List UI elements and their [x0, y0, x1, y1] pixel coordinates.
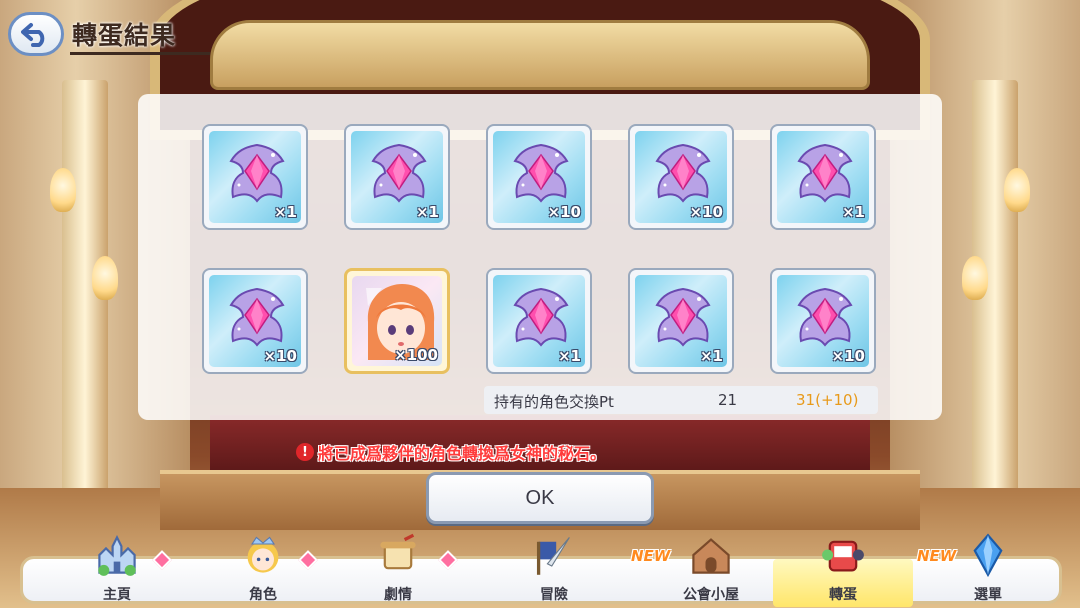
character-result-item[interactable]: ×100 — [344, 268, 450, 374]
memory-piece-result-item[interactable]: ×10 — [770, 268, 876, 374]
house-icon — [689, 533, 733, 581]
item-quantity: ×1 — [557, 347, 581, 365]
item-frame: ×10 — [635, 131, 727, 223]
memory-piece-result-item[interactable]: ×10 — [628, 124, 734, 230]
nav-item-crystal[interactable]: 選單 NEW — [917, 533, 1053, 607]
exchange-pt-new: 31(+10) — [796, 391, 859, 409]
crystal-icon — [966, 533, 1010, 581]
left-pillar — [62, 80, 108, 520]
conversion-note-text: 將已成爲夥伴的角色轉換爲女神的秘石。 — [318, 444, 607, 463]
right-pillar — [972, 80, 1018, 520]
new-badge: NEW — [917, 547, 957, 565]
memory-piece-result-item[interactable]: ×10 — [486, 124, 592, 230]
nav-item-house[interactable]: 公會小屋 NEW — [631, 538, 785, 607]
memory-piece-icon — [371, 143, 427, 203]
item-quantity: ×1 — [699, 347, 723, 365]
wall-lamp-icon — [92, 256, 118, 300]
item-quantity: ×100 — [394, 346, 438, 364]
memory-piece-icon — [655, 143, 711, 203]
nav-label: 公會小屋 — [683, 587, 739, 603]
item-quantity: ×1 — [273, 203, 297, 221]
item-frame: ×1 — [635, 275, 727, 367]
nav-label: 角色 — [249, 587, 277, 603]
bottom-nav: 主頁 角色 劇情 冒險 公會小屋 NEW 轉蛋 選單 NEW — [20, 533, 1062, 607]
item-frame: ×1 — [351, 131, 443, 223]
memory-piece-result-item[interactable]: ×1 — [628, 268, 734, 374]
wall-lamp-icon — [1004, 168, 1030, 212]
wall-lamp-icon — [50, 168, 76, 212]
item-frame: ×1 — [777, 131, 869, 223]
item-frame: ×1 — [493, 275, 585, 367]
item-quantity: ×1 — [415, 203, 439, 221]
exchange-pt-label: 持有的角色交換Pt — [494, 393, 614, 411]
nav-label: 轉蛋 — [829, 587, 857, 603]
memory-piece-icon — [655, 287, 711, 347]
memory-piece-result-item[interactable]: ×1 — [202, 124, 308, 230]
item-quantity: ×10 — [831, 347, 865, 365]
castle-icon — [95, 533, 139, 581]
nav-item-sword-flag[interactable]: 冒險 — [479, 537, 629, 607]
scroll-icon — [376, 533, 420, 581]
item-frame: ×1 — [209, 131, 301, 223]
nav-item-scroll[interactable]: 劇情 — [333, 533, 463, 607]
item-quantity: ×1 — [841, 203, 865, 221]
page-title: 轉蛋結果 — [72, 21, 177, 50]
new-badge: NEW — [631, 547, 671, 565]
warning-icon: ! — [296, 443, 314, 461]
gold-ornament — [210, 20, 870, 90]
memory-piece-result-item[interactable]: ×1 — [344, 124, 450, 230]
memory-piece-icon — [513, 143, 569, 203]
sword-flag-icon — [532, 533, 576, 581]
title-underline — [70, 52, 210, 55]
item-frame: ×10 — [209, 275, 301, 367]
item-frame: ×100 — [352, 276, 442, 366]
nav-label: 主頁 — [103, 587, 131, 603]
exchange-pt-row: 持有的角色交換Pt 21 31(+10) — [484, 386, 878, 414]
wall-lamp-icon — [962, 256, 988, 300]
nav-label: 冒險 — [540, 587, 568, 603]
item-quantity: ×10 — [263, 347, 297, 365]
memory-piece-icon — [513, 287, 569, 347]
memory-piece-result-item[interactable]: ×1 — [770, 124, 876, 230]
item-frame: ×10 — [777, 275, 869, 367]
back-button[interactable] — [8, 12, 64, 56]
item-quantity: ×10 — [547, 203, 581, 221]
item-quantity: ×10 — [689, 203, 723, 221]
nav-item-gacha[interactable]: 轉蛋 — [773, 540, 913, 607]
nav-item-castle[interactable]: 主頁 — [57, 534, 177, 607]
ok-button[interactable]: OK — [426, 472, 654, 524]
exchange-pt-current: 21 — [718, 391, 738, 409]
nav-label: 選單 — [974, 587, 1002, 603]
memory-piece-icon — [229, 287, 285, 347]
back-arrow-icon — [21, 23, 45, 47]
nav-label: 劇情 — [384, 587, 412, 603]
item-frame: ×10 — [493, 131, 585, 223]
memory-piece-result-item[interactable]: ×1 — [486, 268, 592, 374]
memory-piece-icon — [229, 143, 285, 203]
memory-piece-result-item[interactable]: ×10 — [202, 268, 308, 374]
conversion-note: ! 將已成爲夥伴的角色轉換爲女神的秘石。 — [296, 440, 606, 464]
memory-piece-icon — [797, 287, 853, 347]
nav-item-princess[interactable]: 角色 — [203, 536, 323, 607]
princess-icon — [241, 533, 285, 581]
memory-piece-icon — [797, 143, 853, 203]
gacha-icon — [821, 533, 865, 581]
